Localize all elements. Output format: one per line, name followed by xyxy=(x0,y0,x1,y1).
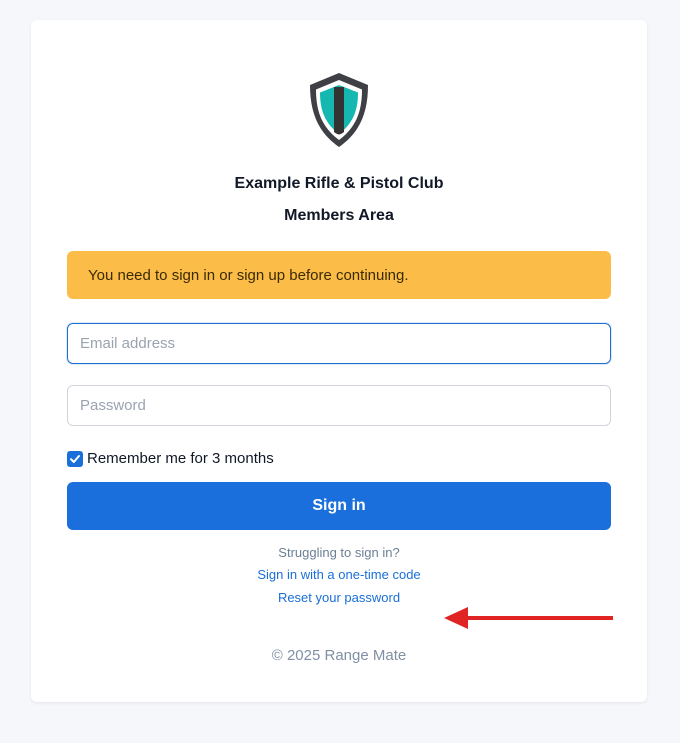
arrow-left-icon xyxy=(444,607,613,629)
one-time-code-link[interactable]: Sign in with a one-time code xyxy=(31,567,647,582)
sign-in-button[interactable]: Sign in xyxy=(67,482,611,530)
struggling-text: Struggling to sign in? xyxy=(278,545,400,560)
reset-password-link[interactable]: Reset your password xyxy=(31,590,647,605)
login-card: Example Rifle & Pistol Club Members Area… xyxy=(31,20,647,702)
sign-in-required-alert: You need to sign in or sign up before co… xyxy=(67,251,611,299)
remember-me-option[interactable]: Remember me for 3 months xyxy=(67,450,274,467)
club-name: Example Rifle & Pistol Club xyxy=(234,175,444,192)
email-field[interactable] xyxy=(67,323,611,364)
remember-me-checkbox[interactable] xyxy=(67,450,83,467)
members-area-title: Members Area xyxy=(284,207,394,224)
copyright-footer: © 2025 Range Mate xyxy=(271,647,407,664)
checkmark-icon xyxy=(70,454,80,463)
remember-me-label: Remember me for 3 months xyxy=(87,450,274,467)
shield-icon xyxy=(310,73,368,147)
alert-message: You need to sign in or sign up before co… xyxy=(88,266,409,284)
password-field[interactable] xyxy=(67,385,611,426)
